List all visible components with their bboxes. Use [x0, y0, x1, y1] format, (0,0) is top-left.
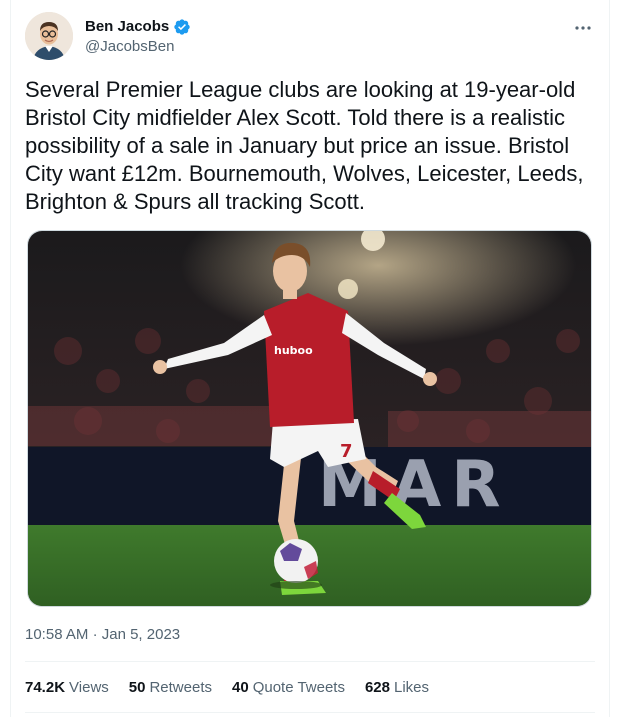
tweet-photo[interactable]: MAR 7 huboo — [27, 230, 592, 607]
shirt-number: 7 — [340, 441, 353, 462]
verified-badge-icon — [173, 18, 191, 36]
author-block: Ben Jacobs @JacobsBen — [85, 18, 191, 57]
avatar[interactable] — [25, 12, 73, 60]
quotes-label: Quote Tweets — [252, 679, 345, 696]
quotes-count: 40 — [232, 679, 249, 696]
views-count: 74.2K — [25, 679, 66, 696]
avatar-image — [25, 12, 73, 60]
likes-label: Likes — [394, 679, 430, 696]
football-player-photo: MAR 7 huboo — [28, 231, 591, 606]
tweet-text: Several Premier League clubs are looking… — [25, 77, 584, 214]
timestamp-separator: · — [92, 626, 98, 643]
tweet-time[interactable]: 10:58 AM — [25, 626, 88, 643]
more-horizontal-icon[interactable] — [573, 18, 593, 38]
tweet-date[interactable]: Jan 5, 2023 — [102, 626, 180, 643]
likes-count: 628 — [364, 679, 390, 696]
views-stat[interactable]: 74.2K Views — [25, 678, 109, 698]
display-name-row: Ben Jacobs — [85, 18, 191, 36]
divider — [25, 661, 595, 662]
tweet-timestamp[interactable]: 10:58 AM · Jan 5, 2023 — [25, 625, 180, 645]
tweet-card: Ben Jacobs @JacobsBen Several Premier Le… — [10, 0, 610, 717]
likes-stat[interactable]: 628 Likes — [365, 678, 429, 698]
retweets-label: Retweets — [149, 679, 212, 696]
tweet-header: Ben Jacobs @JacobsBen — [25, 12, 595, 62]
author-handle[interactable]: @JacobsBen — [85, 37, 191, 57]
retweets-count: 50 — [128, 679, 146, 696]
quote-tweets-stat[interactable]: 40 Quote Tweets — [232, 678, 345, 698]
divider — [25, 712, 595, 713]
tweet-stats: 74.2K Views 50 Retweets 40 Quote Tweets 628… — [25, 678, 429, 698]
display-name[interactable]: Ben Jacobs — [85, 18, 169, 36]
retweets-stat[interactable]: 50 Retweets — [129, 678, 212, 698]
shirt-sponsor: huboo — [274, 344, 313, 357]
views-label: Views — [69, 679, 109, 696]
